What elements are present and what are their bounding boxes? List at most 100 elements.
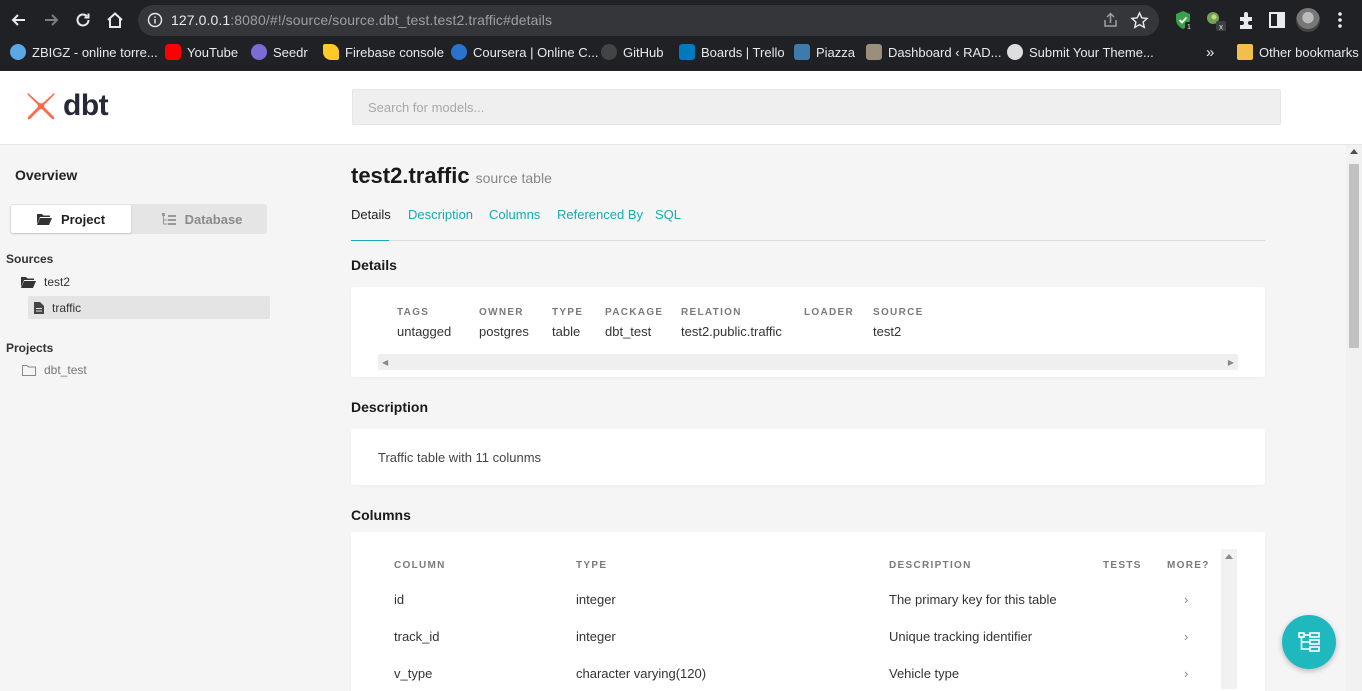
detail-value: dbt_test	[605, 324, 652, 339]
description-text: Traffic table with 11 colunms	[378, 450, 542, 465]
star-icon[interactable]	[1130, 11, 1149, 30]
column-type: integer	[576, 629, 616, 644]
overview-link[interactable]: Overview	[15, 167, 77, 183]
back-button[interactable]	[6, 7, 32, 33]
source-group-test2[interactable]: test2	[21, 275, 70, 289]
bookmark-trello[interactable]: Boards | Trello	[679, 40, 785, 64]
chrome-menu-icon[interactable]	[1333, 9, 1347, 31]
info-icon[interactable]	[147, 12, 163, 28]
column-description: Unique tracking identifier	[889, 629, 1033, 644]
detail-source: SOURCE test2	[873, 307, 924, 339]
piazza-icon	[794, 44, 810, 60]
scroll-right-icon[interactable]: ▶	[1228, 358, 1234, 367]
tab-referenced-by[interactable]: Referenced By	[557, 207, 643, 241]
bookmark-label: ZBIGZ - online torre...	[32, 44, 158, 60]
puzzle-extensions-icon[interactable]	[1236, 9, 1258, 31]
leaf-extension-icon[interactable]: x	[1204, 9, 1226, 31]
chevron-right-icon[interactable]: ›	[1184, 629, 1188, 644]
bookmark-youtube[interactable]: YouTube	[165, 40, 238, 64]
folder-icon	[22, 365, 36, 376]
database-label: Database	[184, 211, 243, 227]
column-header-description: DESCRIPTION	[889, 560, 972, 571]
scrollbar-thumb[interactable]	[1349, 164, 1359, 348]
detail-label: TAGS	[397, 307, 430, 318]
bookmark-label: GitHub	[623, 44, 664, 60]
bookmark-coursera[interactable]: Coursera | Online C...	[451, 40, 598, 64]
column-header-type: TYPE	[576, 560, 608, 571]
detail-relation: RELATION test2.public.traffic	[681, 307, 782, 339]
table-vertical-scrollbar[interactable]	[1221, 549, 1237, 689]
detail-package: PACKAGE dbt_test	[605, 307, 663, 339]
github-icon	[601, 44, 617, 60]
bookmark-github[interactable]: GitHub	[601, 40, 663, 64]
bookmark-zbigz[interactable]: ZBIGZ - online torre...	[10, 40, 158, 64]
reload-button[interactable]	[70, 7, 96, 33]
url-host: 127.0.0.1	[171, 12, 231, 28]
other-bookmarks[interactable]: Other bookmarks	[1237, 40, 1359, 64]
url-text[interactable]: 127.0.0.1:8080/#!/source/source.dbt_test…	[171, 12, 552, 28]
bookmark-label: Firebase console	[345, 44, 444, 60]
detail-label: SOURCE	[873, 307, 924, 318]
tab-sql[interactable]: SQL	[655, 207, 681, 241]
tab-columns[interactable]: Columns	[489, 207, 540, 241]
source-table-traffic[interactable]: traffic	[28, 296, 270, 319]
bookmark-piazza[interactable]: Piazza	[794, 40, 855, 64]
project-tab-button[interactable]: Project	[11, 205, 131, 233]
bookmark-label: Seedr	[273, 44, 308, 60]
scroll-up-icon[interactable]	[1350, 149, 1358, 154]
scroll-left-icon[interactable]: ◀	[382, 358, 388, 367]
profile-avatar[interactable]	[1296, 8, 1320, 32]
side-panel-icon[interactable]	[1266, 9, 1288, 31]
coursera-icon	[451, 44, 467, 60]
hierarchy-icon	[161, 212, 176, 225]
column-type: character varying(120)	[576, 666, 707, 681]
detail-label: RELATION	[681, 307, 742, 318]
more-bookmarks-button[interactable]: »	[1206, 40, 1214, 64]
url-path: :8080/#!/source/source.dbt_test.test2.tr…	[230, 12, 553, 28]
bookmark-wordpress[interactable]: Submit Your Theme...	[1007, 40, 1154, 64]
scroll-up-icon[interactable]	[1225, 554, 1233, 559]
tab-description[interactable]: Description	[408, 207, 473, 241]
column-header-column: COLUMN	[394, 560, 446, 571]
dbt-logo[interactable]: dbt	[24, 89, 109, 123]
horizontal-scrollbar[interactable]: ◀ ▶	[378, 354, 1238, 370]
bookmark-firebase[interactable]: Firebase console	[323, 40, 444, 64]
page-scrollbar[interactable]	[1346, 145, 1362, 691]
wordpress-icon	[1007, 44, 1023, 60]
details-heading: Details	[351, 257, 397, 273]
tab-details[interactable]: Details	[351, 207, 391, 241]
detail-value: table	[552, 324, 581, 339]
detail-loader: LOADER	[804, 307, 854, 324]
detail-type: TYPE table	[552, 307, 583, 339]
chevron-right-icon[interactable]: ›	[1184, 666, 1188, 681]
column-name: v_type	[394, 666, 433, 681]
forward-button[interactable]	[38, 7, 64, 33]
home-button[interactable]	[102, 7, 128, 33]
source-kind: source table	[475, 170, 552, 186]
project-dbt-test[interactable]: dbt_test	[22, 363, 87, 377]
bookmark-label: Boards | Trello	[701, 44, 785, 60]
detail-value: test2.public.traffic	[681, 324, 782, 339]
database-tab-button[interactable]: Database	[142, 205, 262, 233]
lineage-graph-button[interactable]	[1282, 615, 1336, 669]
shield-extension-icon[interactable]: 1	[1172, 9, 1194, 31]
share-icon[interactable]	[1102, 12, 1119, 29]
cloud-icon	[10, 44, 26, 60]
address-bar[interactable]: 127.0.0.1:8080/#!/source/source.dbt_test…	[138, 5, 1159, 36]
file-icon	[34, 301, 44, 314]
app-header: dbt	[0, 71, 1362, 145]
bookmark-dashboard[interactable]: Dashboard ‹ RAD...	[866, 40, 1001, 64]
page-title: test2.traffic source table	[351, 163, 552, 189]
search-input[interactable]	[352, 89, 1281, 125]
details-card: TAGS untagged OWNER postgres TYPE table PAC…	[351, 287, 1265, 377]
project-label: Project	[60, 211, 106, 227]
chevron-right-icon[interactable]: ›	[1184, 592, 1188, 607]
tree-label: traffic	[52, 300, 82, 315]
columns-card: COLUMN TYPE DESCRIPTION TESTS MORE? id i…	[351, 532, 1265, 691]
bookmark-label: Piazza	[816, 44, 856, 60]
lineage-icon	[1298, 632, 1320, 652]
projects-title: Projects	[6, 341, 54, 355]
bookmark-label: Submit Your Theme...	[1029, 44, 1154, 60]
bookmark-seedr[interactable]: Seedr	[251, 40, 308, 64]
bookmarks-bar: ZBIGZ - online torre... YouTube Seedr Fi…	[0, 40, 1362, 68]
